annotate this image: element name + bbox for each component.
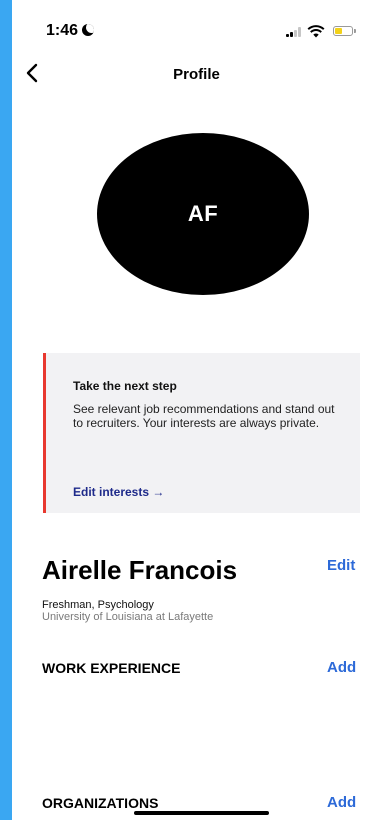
- profile-name: Airelle Francois: [42, 555, 238, 585]
- card-title: Take the next step: [73, 379, 177, 393]
- battery-level: [335, 28, 342, 34]
- home-indicator[interactable]: [134, 811, 269, 815]
- add-organization-button[interactable]: Add: [327, 794, 356, 811]
- organizations-heading: ORGANIZATIONS: [42, 795, 159, 811]
- edit-interests-link[interactable]: Edit interests →: [73, 485, 164, 499]
- page-title: Profile: [173, 66, 220, 83]
- add-work-experience-button[interactable]: Add: [327, 659, 356, 676]
- battery-icon: [333, 26, 356, 36]
- avatar-initials: AF: [187, 201, 219, 226]
- moon-icon: [82, 24, 95, 36]
- time-text: 1:46: [46, 22, 79, 39]
- card-body: See relevant job recommendations and sta…: [73, 402, 335, 430]
- navigation-bar: Profile: [12, 58, 381, 90]
- profile-subtitle: Freshman, Psychology: [42, 599, 154, 611]
- status-time: 1:46: [46, 22, 95, 40]
- next-step-card: Take the next step See relevant job reco…: [43, 353, 360, 513]
- status-bar: 1:46: [12, 0, 381, 62]
- edit-profile-button[interactable]: Edit: [327, 557, 355, 574]
- cellular-signal-icon: [286, 27, 302, 37]
- wifi-icon: [307, 25, 325, 38]
- avatar[interactable]: AF: [97, 133, 309, 295]
- work-experience-heading: WORK EXPERIENCE: [42, 660, 181, 676]
- phone-screen: 1:46 Profile AF Take the next step See r…: [12, 0, 381, 820]
- profile-school: University of Louisiana at Lafayette: [42, 611, 214, 623]
